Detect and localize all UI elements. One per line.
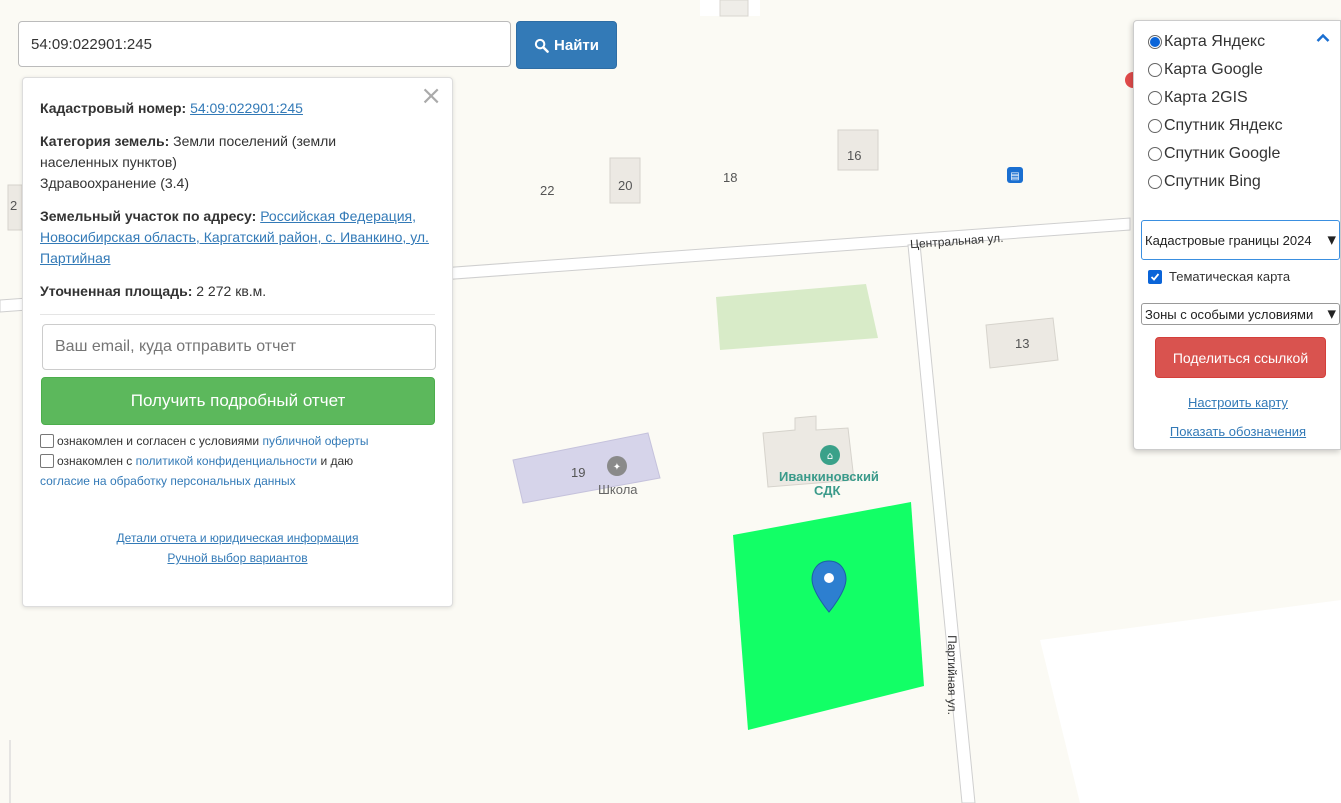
layer-option-label: Карта Яндекс — [1164, 33, 1266, 50]
radio-icon[interactable] — [1148, 119, 1162, 133]
layer-option-label: Спутник Google — [1164, 145, 1281, 162]
radio-icon[interactable] — [1148, 147, 1162, 161]
get-report-button[interactable]: Получить подробный отчет — [41, 377, 435, 425]
svg-text:✦: ✦ — [613, 462, 621, 473]
consent-privacy-text-a: ознакомлен с — [57, 454, 133, 468]
configure-map-link[interactable]: Настроить карту — [1134, 395, 1341, 410]
manual-selection-link[interactable]: Ручной выбор вариантов — [167, 551, 307, 565]
land-use-value: Здравоохранение (3.4) — [40, 175, 189, 191]
radio-icon[interactable] — [1148, 35, 1162, 49]
layer-option-label: Спутник Bing — [1164, 173, 1261, 190]
layer-option-google-map[interactable]: Карта Google — [1148, 61, 1263, 79]
search-input[interactable] — [18, 21, 511, 67]
house-number-22: 22 — [540, 183, 555, 198]
search-icon — [534, 38, 549, 53]
report-details-link[interactable]: Детали отчета и юридическая информация — [117, 531, 359, 545]
area-row: Уточненная площадь: 2 272 кв.м. — [40, 281, 435, 302]
layer-panel: Карта Яндекс Карта Google Карта 2GIS Спу… — [1133, 20, 1341, 450]
street-label-party: Партийная ул. — [944, 635, 959, 715]
show-legend-link[interactable]: Показать обозначения — [1134, 424, 1341, 439]
parcel-info-panel: × Кадастровый номер: 54:09:022901:245 Ка… — [22, 77, 453, 607]
layer-option-yandex-satellite[interactable]: Спутник Яндекс — [1148, 117, 1283, 135]
close-icon[interactable]: × — [420, 83, 442, 109]
address-label: Земельный участок по адресу: — [40, 208, 257, 224]
radio-icon[interactable] — [1148, 63, 1162, 77]
privacy-policy-link[interactable]: политикой конфиденциальности — [136, 454, 317, 468]
layer-option-label: Карта Google — [1164, 61, 1263, 78]
house-number-2: 2 — [10, 198, 18, 213]
consent-offer-checkbox[interactable] — [40, 434, 54, 448]
check-icon — [1150, 272, 1160, 281]
cadastral-number-label: Кадастровый номер: — [40, 100, 187, 116]
boundaries-select-value: Кадастровые границы 2024 — [1145, 232, 1312, 248]
cadastral-number-link[interactable]: 54:09:022901:245 — [190, 100, 303, 116]
consent-privacy-text-b: и даю — [320, 454, 354, 468]
personal-data-consent-link[interactable]: согласие на обработку персональных данны… — [40, 474, 296, 488]
email-input[interactable] — [42, 324, 436, 370]
share-link-button[interactable]: Поделиться ссылкой — [1155, 337, 1326, 378]
house-number-18: 18 — [723, 170, 738, 185]
house-number-20: 20 — [618, 178, 633, 193]
svg-text:⌂: ⌂ — [827, 451, 833, 462]
search-button[interactable]: Найти — [516, 21, 617, 69]
chevron-down-icon: ▼ — [1325, 233, 1336, 247]
land-category-label: Категория земель: — [40, 133, 170, 149]
area-label: Уточненная площадь: — [40, 283, 193, 299]
consent-offer-row: ознакомлен и согласен с условиями публич… — [40, 431, 435, 451]
address-row: Земельный участок по адресу: Российская … — [40, 206, 435, 269]
school-label: Школа — [598, 482, 638, 497]
layer-option-label: Спутник Яндекс — [1164, 117, 1283, 134]
boundaries-select[interactable]: Кадастровые границы 2024 ▼ — [1141, 220, 1340, 260]
search-button-label: Найти — [554, 36, 599, 54]
zones-select-value: Зоны с особыми условиями — [1145, 306, 1314, 322]
panel-bottom-links: Детали отчета и юридическая информация Р… — [40, 528, 435, 568]
sdk-label-line1: Иванкиновский — [779, 469, 879, 484]
layer-option-2gis-map[interactable]: Карта 2GIS — [1148, 89, 1248, 107]
area-unit: кв.м. — [235, 283, 267, 299]
house-number-19: 19 — [571, 465, 586, 480]
layer-option-bing-satellite[interactable]: Спутник Bing — [1148, 173, 1261, 191]
consent-privacy-row: ознакомлен с политикой конфиденциальност… — [40, 451, 435, 491]
public-offer-link[interactable]: публичной оферты — [262, 434, 368, 448]
house-number-16: 16 — [847, 148, 862, 163]
layer-option-yandex-map[interactable]: Карта Яндекс — [1148, 33, 1265, 51]
consent-offer-text: ознакомлен и согласен с условиями — [57, 434, 260, 448]
divider — [40, 314, 435, 315]
sdk-label-line2: СДК — [814, 483, 841, 498]
zones-select[interactable]: Зоны с особыми условиями ▼ — [1141, 303, 1340, 325]
thematic-map-row[interactable]: Тематическая карта — [1148, 269, 1290, 284]
radio-icon[interactable] — [1148, 91, 1162, 105]
consent-privacy-checkbox[interactable] — [40, 454, 54, 468]
svg-text:▤: ▤ — [1010, 171, 1019, 182]
area-value: 2 272 — [196, 283, 232, 299]
radio-icon[interactable] — [1148, 175, 1162, 189]
chevron-up-icon[interactable] — [1316, 33, 1330, 43]
thematic-map-label: Тематическая карта — [1169, 269, 1291, 284]
chevron-down-icon: ▼ — [1325, 307, 1336, 321]
thematic-map-checkbox[interactable] — [1148, 269, 1162, 284]
layer-option-google-satellite[interactable]: Спутник Google — [1148, 145, 1280, 163]
land-category-row: Категория земель: Земли поселений (земли… — [40, 131, 370, 194]
cadastral-number-row: Кадастровый номер: 54:09:022901:245 — [40, 98, 435, 119]
layer-option-label: Карта 2GIS — [1164, 89, 1248, 106]
house-number-13: 13 — [1015, 336, 1030, 351]
